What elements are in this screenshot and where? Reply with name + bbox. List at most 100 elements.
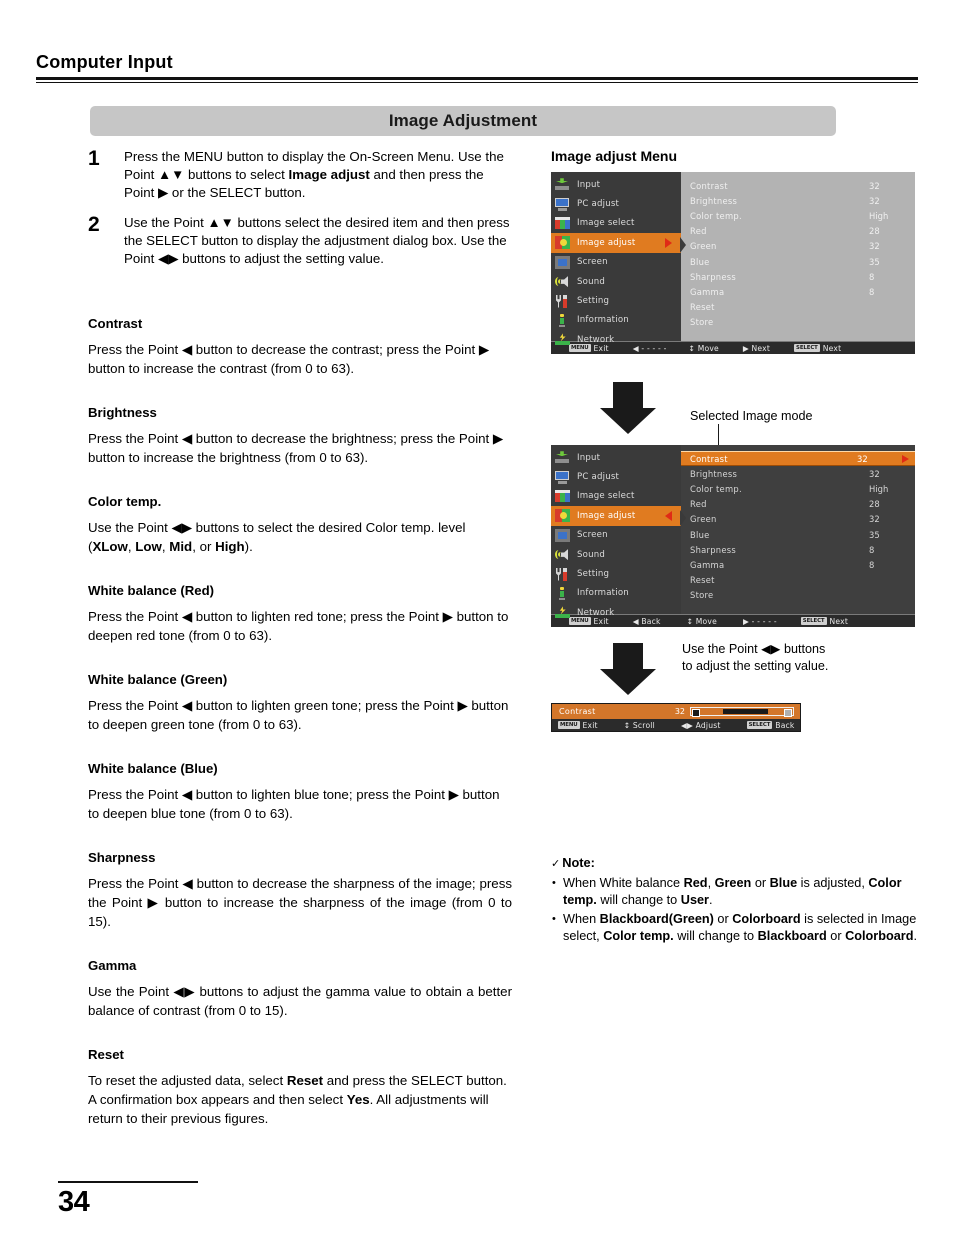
chapter-title: Computer Input bbox=[36, 52, 173, 72]
osd-setting-name: Store bbox=[690, 590, 714, 601]
osd-menu-item-label: Image select bbox=[577, 491, 635, 502]
osd-setting-name: Contrast bbox=[690, 180, 728, 191]
osd-setting-value: 8 bbox=[869, 559, 875, 570]
osd-setting-row[interactable]: Brightness 32 bbox=[681, 466, 915, 481]
osd-menu-item-image-adjust[interactable]: Image adjust bbox=[551, 233, 681, 253]
osd-hint-label: Back bbox=[775, 720, 795, 730]
osd-setting-row[interactable]: Green 32 bbox=[681, 512, 915, 527]
image-adjust-icon bbox=[555, 509, 570, 523]
osd-menu-item-sound[interactable]: Sound bbox=[551, 272, 681, 291]
osd-sidebar[interactable]: Input PC adjust Image select Image adjust Sc… bbox=[551, 172, 681, 346]
osd-setting-row[interactable]: Blue 35 bbox=[681, 527, 915, 542]
information-icon bbox=[555, 313, 570, 327]
osd-menu-item-pc-adjust[interactable]: PC adjust bbox=[551, 467, 681, 486]
section-paragraph: Press the Point ◀ button to decrease the… bbox=[88, 431, 504, 466]
osd-menu-item-label: Setting bbox=[577, 296, 610, 307]
osd-menu-item-image-adjust[interactable]: Image adjust bbox=[551, 506, 681, 526]
osd-hint-label: ↕ Move bbox=[686, 616, 717, 626]
osd-footer-hints: MENU Exit ◀ - - - - - ↕ Move ▶ Next SELECT Nex… bbox=[551, 341, 915, 354]
osd-setting-row[interactable]: Color temp. High bbox=[681, 481, 915, 496]
osd-setting-row[interactable]: Reset bbox=[681, 573, 915, 588]
osd-menu-item-sound[interactable]: Sound bbox=[551, 545, 681, 564]
osd-menu-item-input[interactable]: Input bbox=[551, 448, 681, 467]
osd-setting-row[interactable]: Gamma 8 bbox=[681, 284, 915, 299]
osd-hint-label: ◀ - - - - - bbox=[632, 343, 667, 353]
sound-icon bbox=[555, 275, 570, 288]
osd-setting-row[interactable]: Gamma 8 bbox=[681, 557, 915, 572]
osd-setting-value: 28 bbox=[869, 226, 880, 237]
section-heading: Gamma bbox=[88, 958, 137, 974]
image-select-icon bbox=[555, 489, 570, 503]
adjustment-dialog-label: Contrast bbox=[559, 707, 596, 716]
osd-setting-row[interactable]: Contrast 32 bbox=[681, 451, 915, 467]
key-cap-select: SELECT bbox=[746, 721, 773, 729]
osd-menu-item-image-select[interactable]: Image select bbox=[551, 487, 681, 506]
setting-icon bbox=[555, 567, 570, 581]
osd-setting-value: 8 bbox=[869, 286, 875, 297]
osd-setting-row[interactable]: Sharpness 8 bbox=[681, 269, 915, 284]
adjustment-dialog[interactable]: Contrast 32 MENU Exit ↕ Scroll ◀▶ Adjust SEL… bbox=[551, 703, 801, 732]
osd-hint: SELECT Next bbox=[800, 617, 848, 626]
osd-menu-item-screen[interactable]: Screen bbox=[551, 253, 681, 272]
section-paragraph: Use the Point ◀▶ buttons to select the d… bbox=[88, 520, 466, 555]
osd-settings-panel-2[interactable]: Contrast 32 Brightness 32 Color temp. High Red… bbox=[681, 445, 915, 614]
osd-setting-name: Red bbox=[690, 226, 707, 237]
slider-end-cap bbox=[784, 708, 792, 717]
osd-setting-row[interactable]: Blue 35 bbox=[681, 254, 915, 269]
section-heading: White balance (Blue) bbox=[88, 761, 218, 777]
monitor-icon bbox=[555, 470, 570, 484]
note-item: When White balance Red, Green or Blue is… bbox=[551, 875, 921, 910]
osd-setting-value: 32 bbox=[869, 241, 880, 252]
osd-menu-item-label: Input bbox=[577, 179, 601, 190]
osd-menu-item-setting[interactable]: Setting bbox=[551, 564, 681, 583]
check-icon: ✓ bbox=[551, 858, 561, 870]
osd-menu-item-setting[interactable]: Setting bbox=[551, 291, 681, 310]
adjustment-slider[interactable] bbox=[690, 707, 794, 717]
image-select-icon bbox=[555, 216, 570, 230]
osd-menu-item-label: Setting bbox=[577, 569, 610, 580]
osd-hint: SELECT Next bbox=[794, 344, 841, 353]
osd-setting-row[interactable]: Store bbox=[681, 588, 915, 603]
slider-knob[interactable] bbox=[692, 708, 700, 717]
osd-setting-row[interactable]: Color temp. High bbox=[681, 208, 915, 223]
section-heading: Reset bbox=[88, 1047, 124, 1063]
adjustment-dialog-row[interactable]: Contrast 32 bbox=[552, 704, 800, 719]
key-cap-menu: MENU bbox=[558, 721, 580, 729]
osd-sidebar-2[interactable]: Input PC adjust Image select Image adjust Sc… bbox=[551, 445, 681, 619]
step-number: 1 bbox=[88, 147, 100, 170]
osd-setting-name: Reset bbox=[690, 575, 715, 586]
osd-setting-row[interactable]: Reset bbox=[681, 300, 915, 315]
osd-settings-panel[interactable]: Contrast 32 Brightness 32 Color temp. High Red… bbox=[681, 172, 915, 341]
osd-menu-item-pc-adjust[interactable]: PC adjust bbox=[551, 194, 681, 213]
osd-setting-name: Store bbox=[690, 317, 714, 328]
osd-setting-row[interactable]: Store bbox=[681, 315, 915, 330]
osd-setting-row[interactable]: Sharpness 8 bbox=[681, 542, 915, 557]
osd-menu-item-input[interactable]: Input bbox=[551, 175, 681, 194]
network-icon bbox=[555, 606, 570, 619]
osd-menu-item-information[interactable]: Information bbox=[551, 311, 681, 330]
osd-menu-item-image-select[interactable]: Image select bbox=[551, 214, 681, 233]
page-number: 34 bbox=[58, 1186, 90, 1218]
osd-menu-item-screen[interactable]: Screen bbox=[551, 526, 681, 545]
osd-menu-item-information[interactable]: Information bbox=[551, 584, 681, 603]
section-paragraph: Press the Point ◀ button to lighten blue… bbox=[88, 787, 500, 822]
section-paragraph: To reset the adjusted data, select Reset… bbox=[88, 1073, 507, 1127]
section-heading: Color temp. bbox=[88, 494, 162, 510]
section-paragraph: Press the Point ◀ button to decrease the… bbox=[88, 876, 512, 930]
osd-setting-row[interactable]: Brightness 32 bbox=[681, 193, 915, 208]
section-heading: Brightness bbox=[88, 405, 157, 421]
osd-setting-name: Reset bbox=[690, 302, 715, 313]
osd-hint: MENU Exit bbox=[569, 344, 609, 353]
osd-setting-row[interactable]: Green 32 bbox=[681, 239, 915, 254]
osd-setting-row[interactable]: Contrast 32 bbox=[681, 178, 915, 193]
osd-menu-bottom: Input PC adjust Image select Image adjust Sc… bbox=[551, 445, 915, 627]
osd-setting-row[interactable]: Red 28 bbox=[681, 497, 915, 512]
osd-setting-row[interactable]: Red 28 bbox=[681, 224, 915, 239]
osd-setting-value: 8 bbox=[869, 271, 875, 282]
osd-hint-label: ↕ Scroll bbox=[623, 720, 655, 730]
osd-hint: ◀ Back bbox=[633, 617, 661, 626]
osd-setting-value: 8 bbox=[869, 544, 875, 555]
osd-setting-name: Green bbox=[690, 241, 717, 252]
osd-hint: MENU Exit bbox=[569, 617, 609, 626]
osd-setting-name: Gamma bbox=[690, 286, 725, 297]
